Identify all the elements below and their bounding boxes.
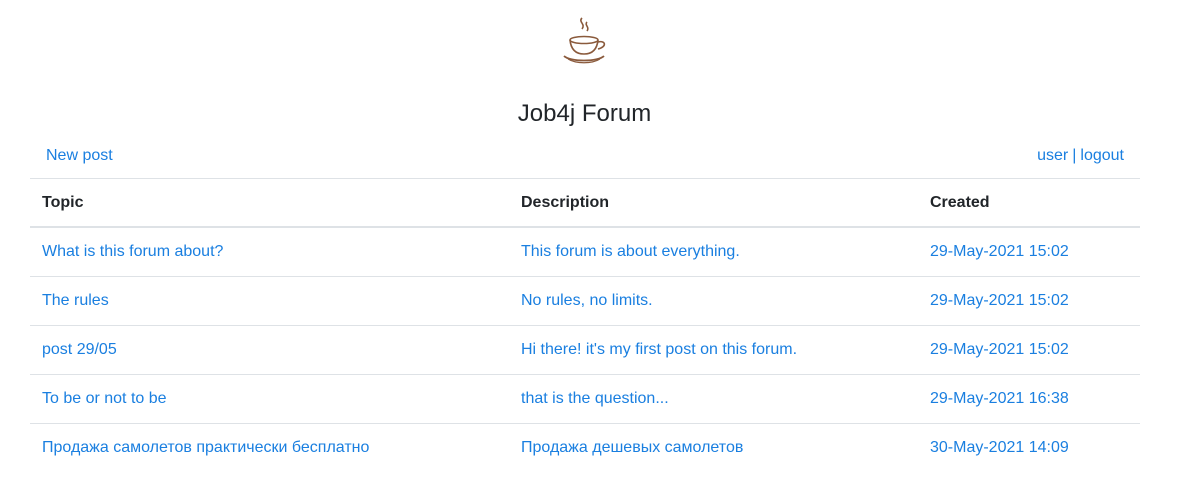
page-title: Job4j Forum — [517, 100, 652, 127]
logout-link[interactable]: logout — [1080, 147, 1124, 164]
top-nav: New post user | logout — [46, 147, 1124, 169]
description-cell[interactable]: Hi there! it's my first post on this for… — [509, 325, 918, 375]
table-row[interactable]: post 29/05 Hi there! it's my first post … — [30, 325, 1140, 375]
description-cell[interactable]: No rules, no limits. — [509, 276, 918, 326]
topic-cell[interactable]: What is this forum about? — [30, 226, 509, 277]
table-header-row: Topic Description Created — [30, 178, 1140, 228]
table-row[interactable]: To be or not to be that is the question.… — [30, 374, 1140, 424]
table-row[interactable]: What is this forum about? This forum is … — [30, 226, 1140, 277]
posts-table: Topic Description Created What is this f… — [30, 178, 1140, 472]
logo-svg — [563, 17, 606, 64]
coffee-cup-icon — [560, 14, 614, 68]
created-cell[interactable]: 29-May-2021 16:38 — [918, 374, 1140, 424]
description-cell[interactable]: that is the question... — [509, 374, 918, 424]
table-row[interactable]: The rules No rules, no limits. 29-May-20… — [30, 276, 1140, 326]
description-cell[interactable]: Продажа дешевых самолетов — [509, 423, 918, 472]
created-cell[interactable]: 29-May-2021 15:02 — [918, 276, 1140, 326]
topic-cell[interactable]: The rules — [30, 276, 509, 326]
nav-separator: | — [1072, 147, 1077, 164]
created-cell[interactable]: 29-May-2021 15:02 — [918, 226, 1140, 277]
column-header-description: Description — [509, 178, 918, 228]
description-cell[interactable]: This forum is about everything. — [509, 226, 918, 277]
column-header-topic: Topic — [30, 178, 509, 228]
created-cell[interactable]: 30-May-2021 14:09 — [918, 423, 1140, 472]
topic-cell[interactable]: To be or not to be — [30, 374, 509, 424]
topic-cell[interactable]: post 29/05 — [30, 325, 509, 375]
created-cell[interactable]: 29-May-2021 15:02 — [918, 325, 1140, 375]
table-row[interactable]: Продажа самолетов практически бесплатно … — [30, 423, 1140, 472]
user-link[interactable]: user — [1037, 147, 1068, 164]
column-header-created: Created — [918, 178, 1140, 228]
new-post-link[interactable]: New post — [46, 147, 113, 165]
topic-cell[interactable]: Продажа самолетов практически бесплатно — [30, 423, 509, 472]
user-links: user | logout — [1037, 147, 1124, 165]
